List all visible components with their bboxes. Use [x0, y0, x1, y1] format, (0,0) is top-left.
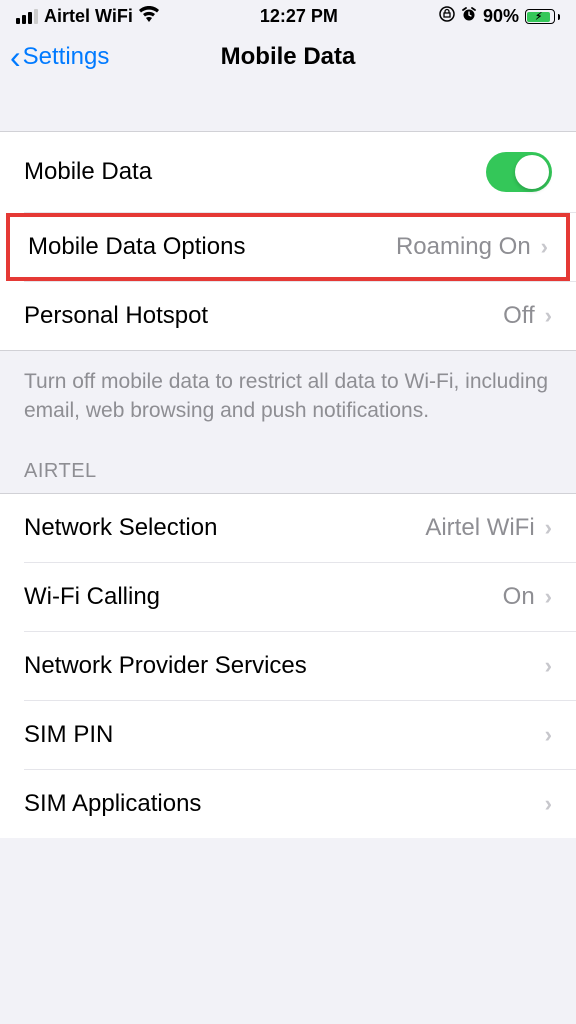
- mobile-data-options-label: Mobile Data Options: [28, 233, 245, 261]
- mobile-data-row[interactable]: Mobile Data: [0, 132, 576, 212]
- network-selection-label: Network Selection: [24, 514, 217, 542]
- signal-icon: [16, 9, 38, 24]
- page-title: Mobile Data: [221, 43, 356, 71]
- chevron-right-icon: ›: [545, 303, 552, 329]
- chevron-right-icon: ›: [545, 722, 552, 748]
- wifi-calling-row[interactable]: Wi-Fi Calling On ›: [0, 563, 576, 631]
- chevron-left-icon: ‹: [10, 41, 21, 73]
- mobile-data-options-row[interactable]: Mobile Data Options Roaming On ›: [6, 213, 570, 281]
- sim-applications-label: SIM Applications: [24, 790, 201, 818]
- mobile-data-label: Mobile Data: [24, 158, 152, 186]
- network-selection-value: Airtel WiFi: [425, 514, 534, 542]
- settings-group-1: Mobile Data Mobile Data Options Roaming …: [0, 131, 576, 350]
- sim-pin-row[interactable]: SIM PIN ›: [0, 701, 576, 769]
- status-right: 90% ⚡︎: [439, 6, 560, 27]
- status-bar: Airtel WiFi 12:27 PM 90% ⚡︎: [0, 0, 576, 31]
- chevron-right-icon: ›: [545, 584, 552, 610]
- chevron-right-icon: ›: [541, 234, 548, 260]
- battery-icon: ⚡︎: [525, 9, 560, 24]
- personal-hotspot-value: Off: [503, 302, 535, 330]
- wifi-calling-value: On: [503, 583, 535, 611]
- nav-header: ‹ Settings Mobile Data: [0, 31, 576, 91]
- orientation-lock-icon: [439, 6, 455, 27]
- back-label: Settings: [23, 43, 110, 71]
- carrier-section-header: AIRTEL: [0, 446, 576, 493]
- network-provider-services-label: Network Provider Services: [24, 652, 307, 680]
- mobile-data-toggle[interactable]: [486, 152, 552, 192]
- sim-pin-label: SIM PIN: [24, 721, 113, 749]
- chevron-right-icon: ›: [545, 653, 552, 679]
- personal-hotspot-row[interactable]: Personal Hotspot Off ›: [0, 282, 576, 350]
- battery-percent: 90%: [483, 6, 519, 27]
- mobile-data-footer: Turn off mobile data to restrict all dat…: [0, 351, 576, 446]
- mobile-data-options-value: Roaming On: [396, 233, 531, 261]
- status-left: Airtel WiFi: [16, 6, 159, 27]
- chevron-right-icon: ›: [545, 791, 552, 817]
- wifi-icon: [139, 6, 159, 27]
- toggle-knob: [515, 155, 549, 189]
- personal-hotspot-label: Personal Hotspot: [24, 302, 208, 330]
- network-provider-services-row[interactable]: Network Provider Services ›: [0, 632, 576, 700]
- status-time: 12:27 PM: [260, 6, 338, 27]
- back-button[interactable]: ‹ Settings: [10, 41, 109, 73]
- network-selection-row[interactable]: Network Selection Airtel WiFi ›: [0, 494, 576, 562]
- carrier-section: Network Selection Airtel WiFi › Wi-Fi Ca…: [0, 493, 576, 838]
- wifi-calling-label: Wi-Fi Calling: [24, 583, 160, 611]
- carrier-label: Airtel WiFi: [44, 6, 133, 27]
- alarm-icon: [461, 6, 477, 27]
- sim-applications-row[interactable]: SIM Applications ›: [0, 770, 576, 838]
- chevron-right-icon: ›: [545, 515, 552, 541]
